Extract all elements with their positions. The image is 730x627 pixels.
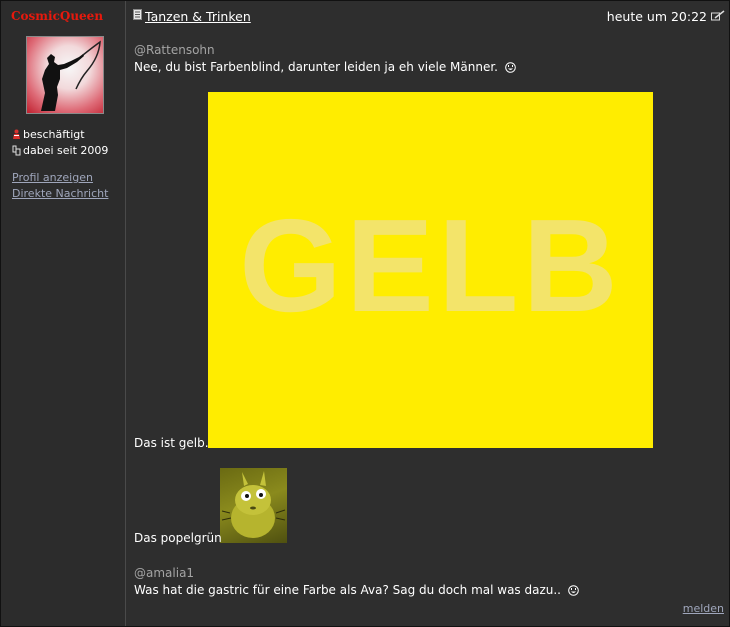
post-timestamp: heute um 20:22 <box>606 9 707 24</box>
report-link[interactable]: melden <box>683 602 724 615</box>
reply1-text: Nee, du bist Farbenblind, darunter leide… <box>134 60 498 74</box>
reply1-line: Nee, du bist Farbenblind, darunter leide… <box>134 60 516 74</box>
status-busy-label: beschäftigt <box>23 128 85 141</box>
author-sidebar: CosmicQueen beschäftigt dabei seit 2009 … <box>1 1 126 626</box>
caption-gelb: Das ist gelb. <box>134 436 209 450</box>
gelb-image-text: GELB <box>239 192 622 339</box>
member-since-label: dabei seit 2009 <box>23 144 109 157</box>
post-content: Tanzen & Trinken heute um 20:22 @Rattens… <box>127 1 729 626</box>
member-icon <box>12 145 21 156</box>
message-link[interactable]: Direkte Nachricht <box>12 187 108 200</box>
author-username[interactable]: CosmicQueen <box>11 9 103 23</box>
grin-smiley-icon <box>505 62 516 73</box>
reply2-line: Was hat die gastric für eine Farbe als A… <box>134 583 579 597</box>
edit-icon[interactable] <box>711 10 725 21</box>
gelb-image: GELB <box>208 92 653 448</box>
busy-icon <box>13 129 20 139</box>
reply2-mention[interactable]: @amalia1 <box>134 566 194 580</box>
reply2-text: Was hat die gastric für eine Farbe als A… <box>134 583 561 597</box>
topic-icon <box>133 9 142 20</box>
topic-link[interactable]: Tanzen & Trinken <box>145 9 251 24</box>
creature-image <box>220 468 287 543</box>
status-busy: beschäftigt <box>12 128 85 141</box>
caption-popelgruen: Das popelgrün <box>134 531 222 545</box>
profile-link[interactable]: Profil anzeigen <box>12 171 93 184</box>
reply1-mention[interactable]: @Rattensohn <box>134 43 215 57</box>
member-since: dabei seit 2009 <box>12 144 108 157</box>
grin-smiley-icon <box>568 585 579 596</box>
author-avatar[interactable] <box>26 36 104 114</box>
